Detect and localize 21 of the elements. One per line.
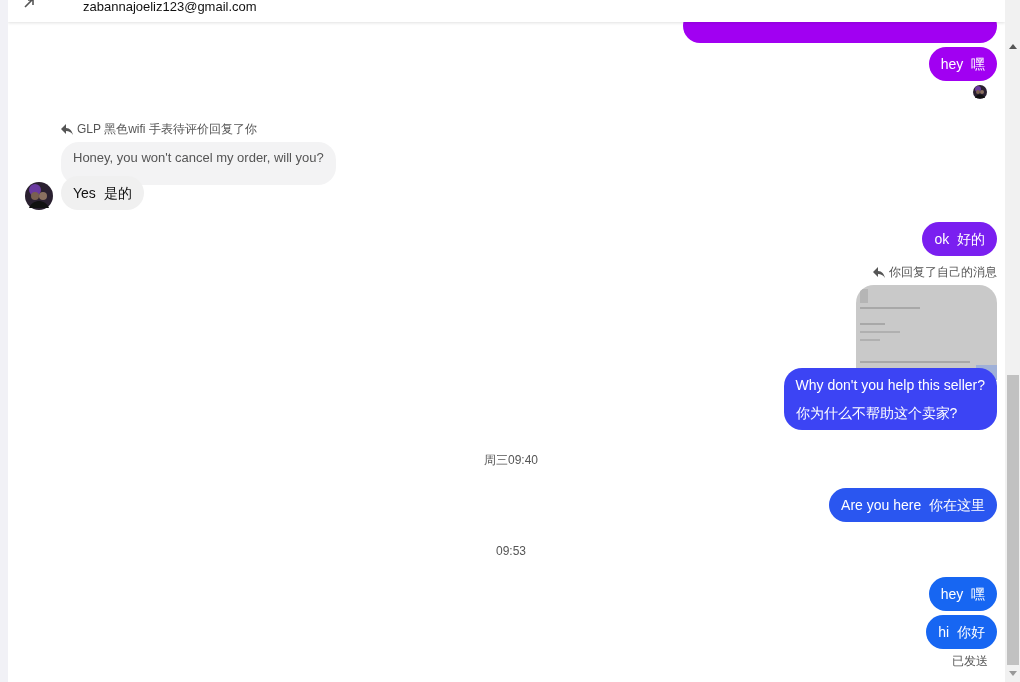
delivery-status: 已发送 (952, 653, 988, 670)
contact-email: zabannajoeliz123@gmail.com (83, 0, 257, 14)
reply-note: GLP 黑色wifi 手表待评价回复了你 (77, 121, 257, 138)
reply-note: 你回复了自己的消息 (889, 264, 997, 281)
quoted-message: Honey, you won't cancel my order, will you? (61, 142, 336, 185)
scrollbar[interactable] (1005, 0, 1020, 682)
reply-icon (873, 267, 885, 278)
timestamp: 09:53 (496, 544, 526, 558)
message-bubble: ok 好的 (922, 222, 997, 256)
message-bubble: Yes 是的 (61, 176, 144, 210)
message-bubble: Are you here 你在这里 (829, 488, 997, 522)
scroll-up-icon[interactable] (1008, 44, 1017, 49)
message-bubble: Why don't you help this seller? 你为什么不帮助这个卖家? (783, 368, 997, 430)
pin-icon (24, 0, 36, 8)
message-bubble: hey 嘿 (928, 47, 997, 81)
message-bubble: hey 嘿 (928, 577, 997, 611)
reply-icon (61, 124, 73, 135)
avatar (25, 182, 53, 210)
timestamp: 周三09:40 (484, 452, 538, 469)
scroll-down-icon[interactable] (1008, 671, 1017, 676)
message-bubble: hi 你好 (926, 615, 997, 649)
